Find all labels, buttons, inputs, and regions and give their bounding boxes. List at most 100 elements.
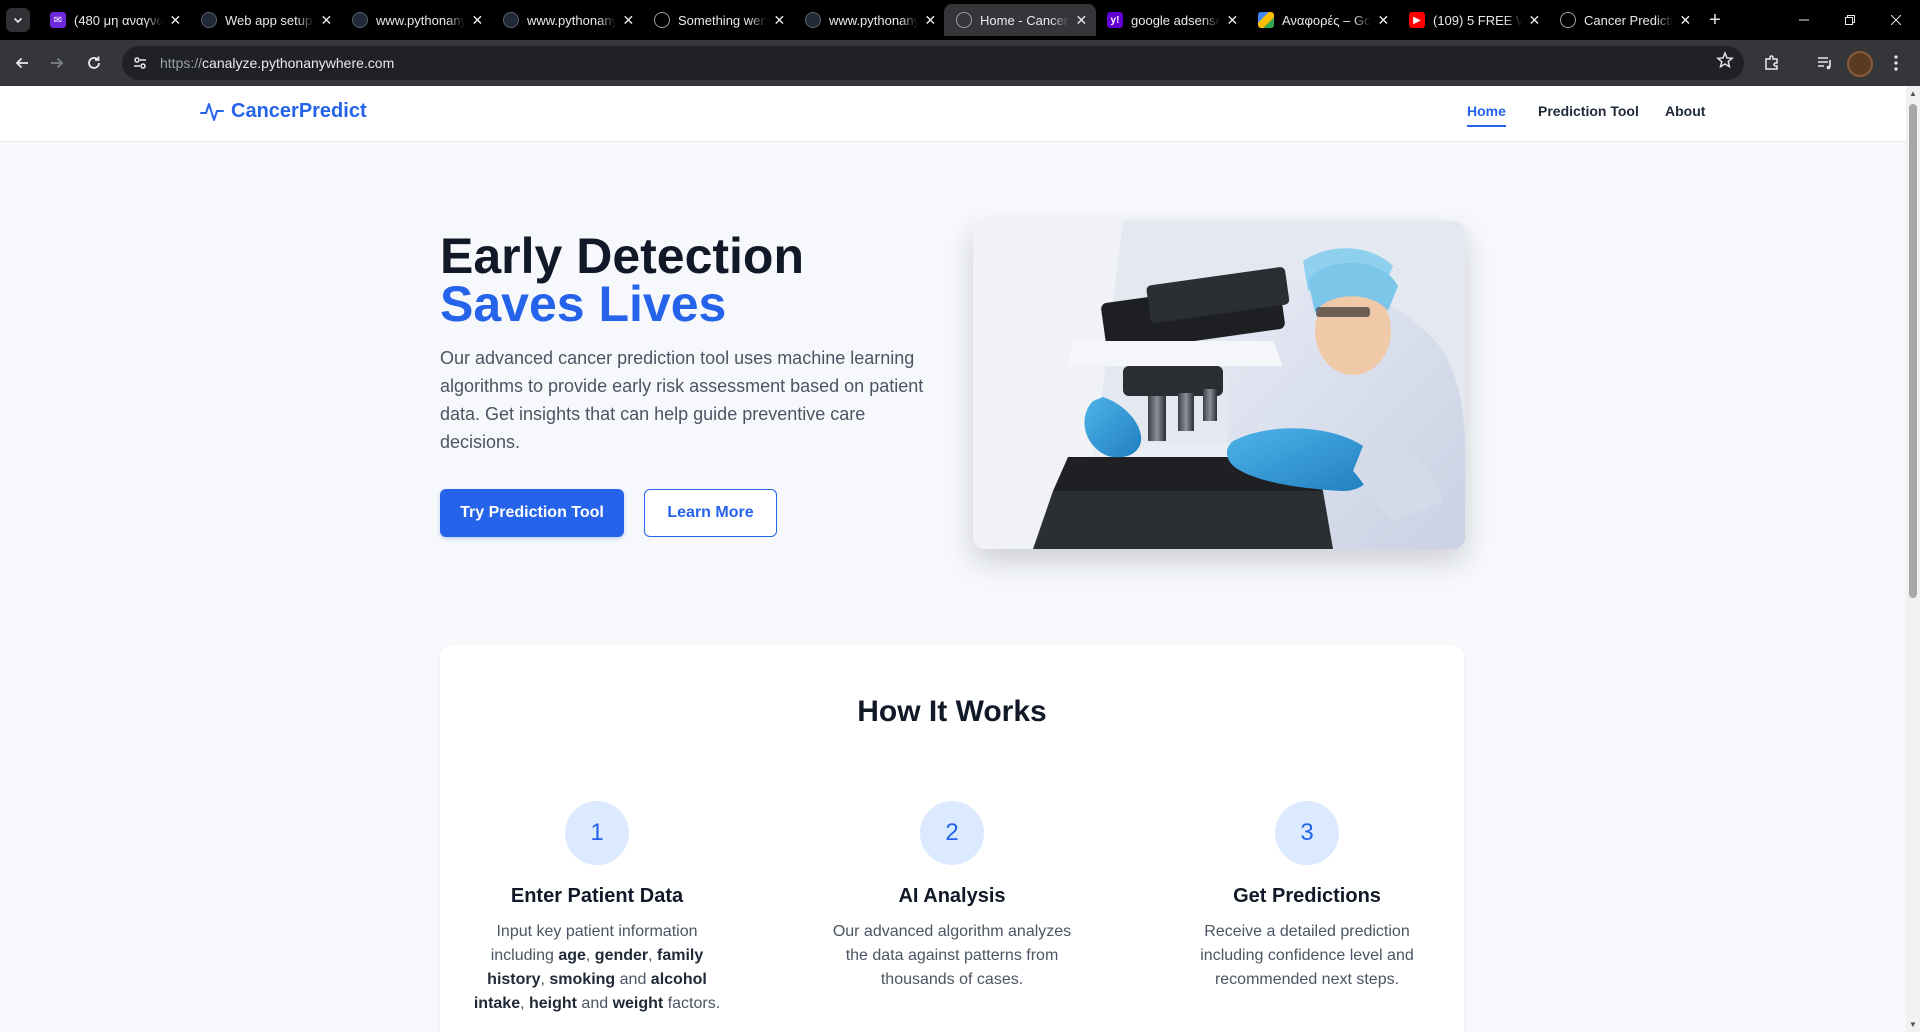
nav-about[interactable]: About [1665, 103, 1705, 125]
yahoo-icon: y! [1107, 12, 1123, 28]
nav-home[interactable]: Home [1467, 103, 1506, 127]
tab-close-icon[interactable]: ✕ [1075, 12, 1088, 28]
tune-icon [134, 57, 146, 69]
site-navbar: CancerPredict Home Prediction Tool About [0, 86, 1906, 142]
pythonanywhere-icon [201, 12, 217, 28]
pythonanywhere-icon [352, 12, 368, 28]
browser-menu-button[interactable] [1880, 47, 1912, 79]
step-description: Our advanced algorithm analyzes the data… [832, 923, 1072, 988]
browser-tab[interactable]: Home - CancerPredict ✕ [944, 4, 1096, 36]
youtube-icon: ▶ [1409, 12, 1425, 28]
brand-name: CancerPredict [231, 100, 367, 122]
media-control-button[interactable] [1809, 47, 1841, 79]
tab-close-icon[interactable]: ✕ [471, 12, 484, 28]
tab-search-button[interactable] [0, 0, 36, 40]
browser-tab[interactable]: Cancer Prediction ✕ [1548, 4, 1700, 36]
try-prediction-tool-button[interactable]: Try Prediction Tool [440, 489, 624, 537]
step-get-predictions: 3 Get Predictions Receive a detailed pre… [1172, 801, 1442, 992]
scrollbar-thumb[interactable] [1909, 104, 1917, 598]
adsense-icon [1258, 12, 1274, 28]
browser-tab[interactable]: www.pythonanywhere.com ✕ [491, 4, 643, 36]
browser-tab[interactable]: Web app setup ✕ [189, 4, 341, 36]
browser-tab[interactable]: ▶ (109) 5 FREE Web ✕ [1397, 4, 1549, 36]
globe-icon [654, 12, 670, 28]
tab-close-icon[interactable]: ✕ [773, 12, 786, 28]
extensions-button[interactable] [1756, 47, 1788, 79]
tab-title: (109) 5 FREE Web [1433, 12, 1522, 28]
hero-description: Our advanced cancer prediction tool uses… [440, 348, 924, 452]
mail-icon: ✉ [50, 12, 66, 28]
restore-button[interactable] [1827, 0, 1873, 40]
site-info-button[interactable] [126, 49, 154, 77]
new-tab-button[interactable]: + [1703, 8, 1727, 32]
tab-close-icon[interactable]: ✕ [924, 12, 937, 28]
step-number-badge: 2 [920, 801, 984, 865]
url-text[interactable]: https://canalyze.pythonanywhere.com [160, 55, 394, 71]
address-bar[interactable]: https://canalyze.pythonanywhere.com [122, 46, 1744, 80]
step-number-badge: 1 [565, 801, 629, 865]
hero-image-microscope [973, 221, 1465, 549]
scroll-up-arrow-icon[interactable]: ▲ [1909, 89, 1917, 98]
tab-title: www.pythonanywhere.com [829, 12, 918, 28]
browser-tab[interactable]: ✉ (480 μη αναγνωσμένα) ✕ [38, 4, 190, 36]
bookmark-star-button[interactable] [1715, 51, 1735, 74]
page-scrollbar[interactable]: ▲ ▼ [1906, 86, 1920, 1032]
minimize-icon [1799, 19, 1809, 21]
microscope-scientist-illustration [973, 221, 1465, 549]
tab-title: google adsense [1131, 12, 1220, 28]
tab-close-icon[interactable]: ✕ [622, 12, 635, 28]
profile-avatar[interactable] [1847, 51, 1873, 77]
tab-close-icon[interactable]: ✕ [320, 12, 333, 28]
tab-close-icon[interactable]: ✕ [1679, 12, 1692, 28]
tab-close-icon[interactable]: ✕ [1226, 12, 1239, 28]
globe-icon [1560, 12, 1576, 28]
step-ai-analysis: 2 AI Analysis Our advanced algorithm ana… [817, 801, 1087, 992]
heartbeat-icon [200, 102, 224, 121]
puzzle-icon [1765, 55, 1778, 70]
brand-logo-link[interactable]: CancerPredict [200, 100, 367, 123]
hero-title: Early Detection Saves Lives [440, 228, 805, 332]
tab-title: www.pythonanywhere.com [376, 12, 465, 28]
close-window-button[interactable] [1873, 0, 1919, 40]
arrow-left-icon [15, 57, 28, 69]
tab-title: Cancer Prediction [1584, 12, 1673, 28]
tab-close-icon[interactable]: ✕ [1528, 12, 1541, 28]
restore-icon [1845, 15, 1855, 25]
learn-more-button[interactable]: Learn More [644, 489, 777, 537]
page-viewport: CancerPredict Home Prediction Tool About… [0, 86, 1906, 1032]
close-icon [1891, 15, 1901, 25]
tab-title: Something went wrong [678, 12, 767, 28]
browser-tab[interactable]: Something went wrong ✕ [642, 4, 794, 36]
step-title: Get Predictions [1233, 885, 1381, 907]
browser-tab[interactable]: y! google adsense ✕ [1095, 4, 1247, 36]
reload-button[interactable] [78, 47, 110, 79]
tab-title: Web app setup [225, 12, 313, 28]
tab-title: Αναφορές – Google AdSense [1282, 12, 1371, 28]
tab-strip: ✉(480 μη αναγνωσμένα)✕Web app setup✕www.… [0, 0, 1920, 40]
back-button[interactable] [6, 47, 38, 79]
globe-icon [956, 12, 972, 28]
reload-icon [88, 56, 100, 69]
step-title: Enter Patient Data [510, 885, 684, 907]
step-title: AI Analysis [898, 885, 1006, 907]
star-icon [1715, 51, 1735, 69]
chevron-down-icon [6, 8, 30, 32]
forward-button[interactable] [41, 47, 73, 79]
minimize-button[interactable] [1781, 0, 1827, 40]
browser-tab[interactable]: Αναφορές – Google AdSense ✕ [1246, 4, 1398, 36]
step-enter-patient-data: 1 Enter Patient Data Input key patient i… [462, 801, 732, 1016]
scroll-down-arrow-icon[interactable]: ▼ [1909, 1020, 1917, 1029]
tab-title: Home - CancerPredict [980, 12, 1069, 28]
how-it-works-title: How It Works [857, 695, 1047, 728]
browser-tab[interactable]: www.pythonanywhere.com ✕ [340, 4, 492, 36]
browser-tab[interactable]: www.pythonanywhere.com ✕ [793, 4, 945, 36]
nav-prediction-tool[interactable]: Prediction Tool [1538, 103, 1639, 125]
tab-close-icon[interactable]: ✕ [1377, 12, 1390, 28]
tab-close-icon[interactable]: ✕ [169, 12, 182, 28]
browser-toolbar: https://canalyze.pythonanywhere.com [0, 40, 1920, 86]
hero-title-accent: Saves Lives [440, 276, 727, 332]
arrow-right-icon [51, 57, 64, 69]
step-description: Input key patient information including … [473, 923, 721, 1012]
pythonanywhere-icon [503, 12, 519, 28]
tab-title: (480 μη αναγνωσμένα) [74, 12, 163, 28]
